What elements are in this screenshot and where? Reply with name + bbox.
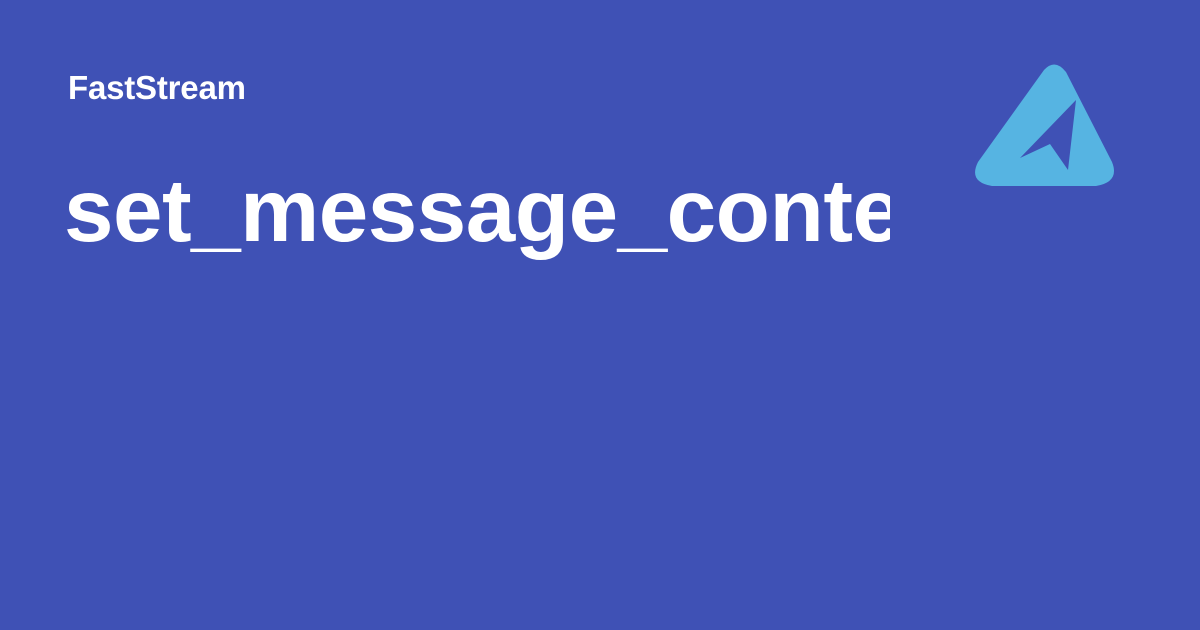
site-name: FastStream: [68, 69, 246, 106]
faststream-logo-icon: [975, 64, 1114, 186]
page-title-container: set_message_context: [64, 160, 890, 270]
page-title: set_message_context: [64, 160, 890, 260]
social-card: FastStream set_message_context: [0, 0, 1200, 630]
logo-triangle-shape: [975, 64, 1114, 186]
